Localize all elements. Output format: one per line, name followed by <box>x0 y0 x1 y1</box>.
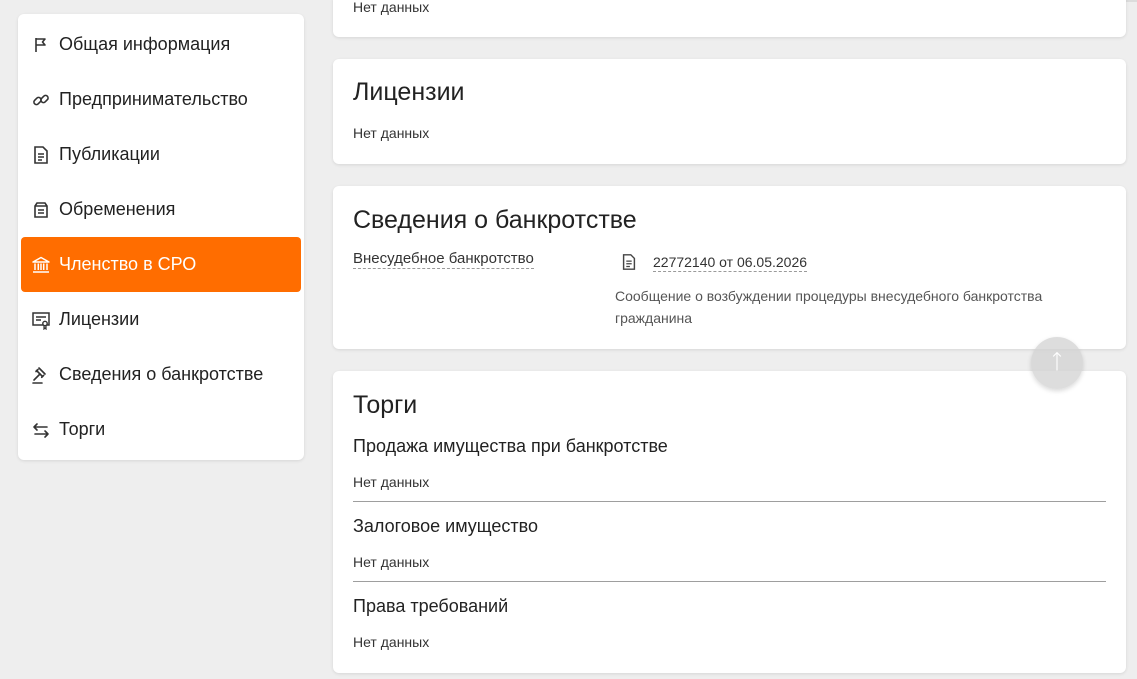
link-icon <box>31 90 51 110</box>
subsection-title: Продажа имущества при банкротстве <box>353 436 668 456</box>
sidebar-item-label: Сведения о банкротстве <box>59 364 264 384</box>
bankruptcy-type-link[interactable]: Внесудебное банкротство <box>353 250 534 269</box>
bankruptcy-message-link[interactable]: 22772140 от 06.05.2026 <box>653 254 808 272</box>
document-icon <box>31 145 51 165</box>
no-data-text: Нет данных <box>353 474 430 490</box>
message-description: Сообщение о возбуждении процедуры внесуд… <box>615 288 1043 304</box>
sidebar-item-encumbrances[interactable]: Обременения <box>21 182 301 237</box>
sidebar-item-publications[interactable]: Публикации <box>21 127 301 182</box>
section-title: Лицензии <box>353 78 465 106</box>
sidebar-nav: Общая информация Предпринимательство Пуб… <box>18 14 304 460</box>
no-data-text: Нет данных <box>353 554 430 570</box>
sidebar-item-label: Торги <box>59 419 106 439</box>
sidebar-item-label: Обременения <box>59 199 176 219</box>
subsection-title: Залоговое имущество <box>353 516 539 536</box>
sidebar-item-label: Лицензии <box>59 309 140 329</box>
subsection-title: Права требований <box>353 596 509 616</box>
document-icon <box>620 252 638 272</box>
sidebar-item-label: Общая информация <box>59 34 231 54</box>
sidebar-item-label: Публикации <box>59 144 160 164</box>
sidebar-item-label: Предпринимательство <box>59 89 248 109</box>
sidebar-item-label: Членство в СРО <box>59 254 197 274</box>
sidebar-item-auctions[interactable]: Торги <box>21 402 301 457</box>
no-data-text: Нет данных <box>353 634 430 650</box>
no-data-text: Нет данных <box>353 125 430 141</box>
previous-section-card: Нет данных <box>333 0 1126 37</box>
bank-icon <box>31 255 51 275</box>
swap-icon <box>31 420 51 440</box>
divider <box>353 581 1106 582</box>
gavel-icon <box>31 365 51 385</box>
licenses-card: Лицензии Нет данных <box>333 59 1126 164</box>
sidebar-item-business[interactable]: Предпринимательство <box>21 72 301 127</box>
certificate-icon <box>31 310 51 330</box>
scroll-to-top-button[interactable] <box>1031 337 1083 389</box>
archive-icon <box>31 200 51 220</box>
no-data-text: Нет данных <box>353 0 430 15</box>
bankruptcy-card: Сведения о банкротстве Внесудебное банкр… <box>333 186 1126 349</box>
sidebar-item-sro[interactable]: Членство в СРО <box>21 237 301 292</box>
sidebar-item-licenses[interactable]: Лицензии <box>21 292 301 347</box>
message-description-cont: гражданина <box>615 310 693 326</box>
section-title: Торги <box>353 391 418 419</box>
arrow-up-icon <box>1050 348 1064 379</box>
sidebar-item-bankruptcy[interactable]: Сведения о банкротстве <box>21 347 301 402</box>
section-title: Сведения о банкротстве <box>353 206 637 234</box>
auctions-card: Торги Продажа имущества при банкротстве … <box>333 371 1126 673</box>
flag-icon <box>31 35 51 55</box>
divider <box>353 501 1106 502</box>
sidebar-item-general[interactable]: Общая информация <box>21 17 301 72</box>
